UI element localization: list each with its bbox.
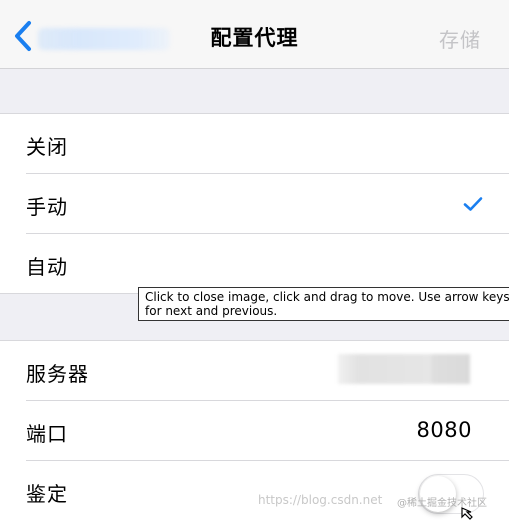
navigation-bar: 配置代理 存储 <box>0 0 509 69</box>
proxy-mode-off-label: 关闭 <box>26 135 68 159</box>
section-gap <box>0 69 509 114</box>
port-value[interactable]: 8080 <box>417 418 472 442</box>
authentication-label: 鉴定 <box>26 482 68 506</box>
page-title: 配置代理 <box>210 26 299 50</box>
proxy-mode-auto-label: 自动 <box>26 255 68 279</box>
checkmark-icon <box>463 197 483 211</box>
port-row[interactable]: 端口 8080 <box>0 401 509 461</box>
proxy-mode-manual-row[interactable]: 手动 <box>0 174 509 234</box>
server-label: 服务器 <box>26 362 89 386</box>
server-value-redacted[interactable] <box>338 354 470 384</box>
proxy-mode-manual-label: 手动 <box>26 195 68 219</box>
proxy-mode-auto-row[interactable]: 自动 <box>0 234 509 294</box>
save-button[interactable]: 存储 <box>439 24 481 53</box>
proxy-mode-off-row[interactable]: 关闭 <box>0 114 509 174</box>
image-viewer-tooltip: Click to close image, click and drag to … <box>138 287 509 321</box>
watermark-url: https://blog.csdn.net <box>258 493 383 507</box>
port-label: 端口 <box>26 422 68 446</box>
server-row[interactable]: 服务器 <box>0 341 509 401</box>
